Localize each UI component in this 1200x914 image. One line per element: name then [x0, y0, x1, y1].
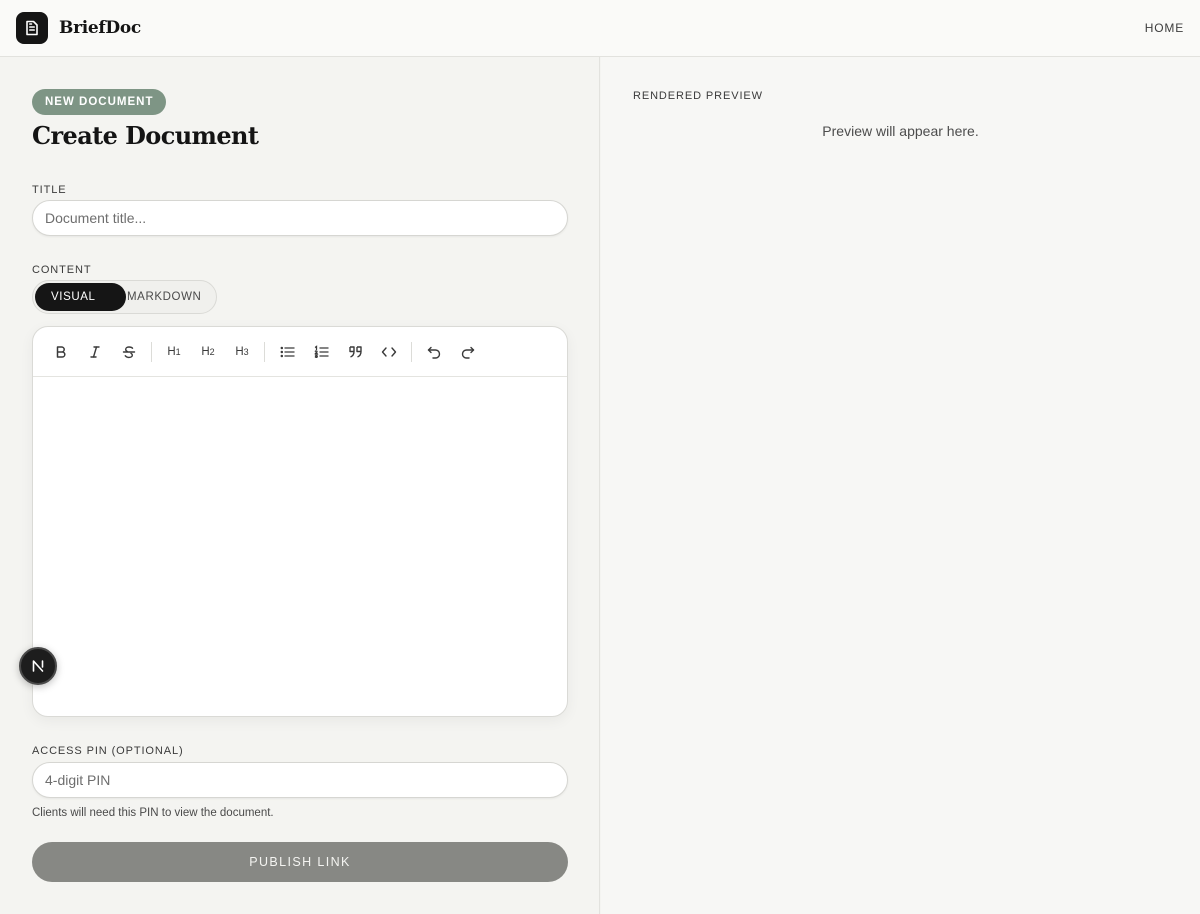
numbered-list-icon[interactable] — [305, 336, 337, 368]
redo-icon[interactable] — [452, 336, 484, 368]
content-label: CONTENT — [32, 264, 92, 276]
toolbar-divider — [264, 341, 265, 362]
bold-icon[interactable] — [45, 336, 77, 368]
undo-icon[interactable] — [418, 336, 450, 368]
editor-mode-toggle: VISUAL MARKDOWN — [32, 280, 217, 314]
pin-helper-text: Clients will need this PIN to view the d… — [32, 807, 274, 819]
brand-name: BriefDoc — [59, 18, 141, 38]
pin-label: ACCESS PIN (OPTIONAL) — [32, 745, 184, 757]
blockquote-icon[interactable] — [339, 336, 371, 368]
pin-input[interactable] — [32, 762, 568, 798]
bullet-list-icon[interactable] — [271, 336, 303, 368]
toolbar-divider — [411, 341, 412, 362]
italic-icon[interactable] — [79, 336, 111, 368]
editor-content-area[interactable] — [33, 377, 567, 716]
n-letter-icon — [32, 660, 44, 672]
publish-link-button[interactable]: PUBLISH LINK — [32, 842, 568, 882]
page-title: Create Document — [32, 121, 259, 150]
app-header: BriefDoc HOME — [0, 0, 1200, 57]
mode-visual-button[interactable]: VISUAL — [35, 283, 126, 311]
toolbar-divider — [151, 341, 152, 362]
floating-n-badge[interactable] — [19, 647, 57, 685]
editor-panel: NEW DOCUMENT Create Document TITLE CONTE… — [0, 57, 600, 914]
preview-label: RENDERED PREVIEW — [633, 90, 763, 102]
title-label: TITLE — [32, 184, 67, 196]
brand[interactable]: BriefDoc — [16, 12, 141, 44]
nav-home-link[interactable]: HOME — [1145, 21, 1184, 35]
mode-markdown-button[interactable]: MARKDOWN — [127, 283, 201, 311]
code-icon[interactable] — [373, 336, 405, 368]
status-badge: NEW DOCUMENT — [32, 89, 167, 115]
heading-1-icon[interactable]: H1 — [158, 336, 190, 368]
title-input[interactable] — [32, 200, 568, 236]
heading-2-icon[interactable]: H2 — [192, 336, 224, 368]
document-icon — [16, 12, 48, 44]
heading-3-icon[interactable]: H3 — [226, 336, 258, 368]
preview-panel: RENDERED PREVIEW Preview will appear her… — [601, 57, 1200, 914]
strikethrough-icon[interactable] — [113, 336, 145, 368]
preview-empty-state: Preview will appear here. — [822, 123, 979, 139]
rich-text-editor: H1 H2 H3 — [32, 326, 568, 717]
editor-toolbar: H1 H2 H3 — [33, 327, 567, 377]
